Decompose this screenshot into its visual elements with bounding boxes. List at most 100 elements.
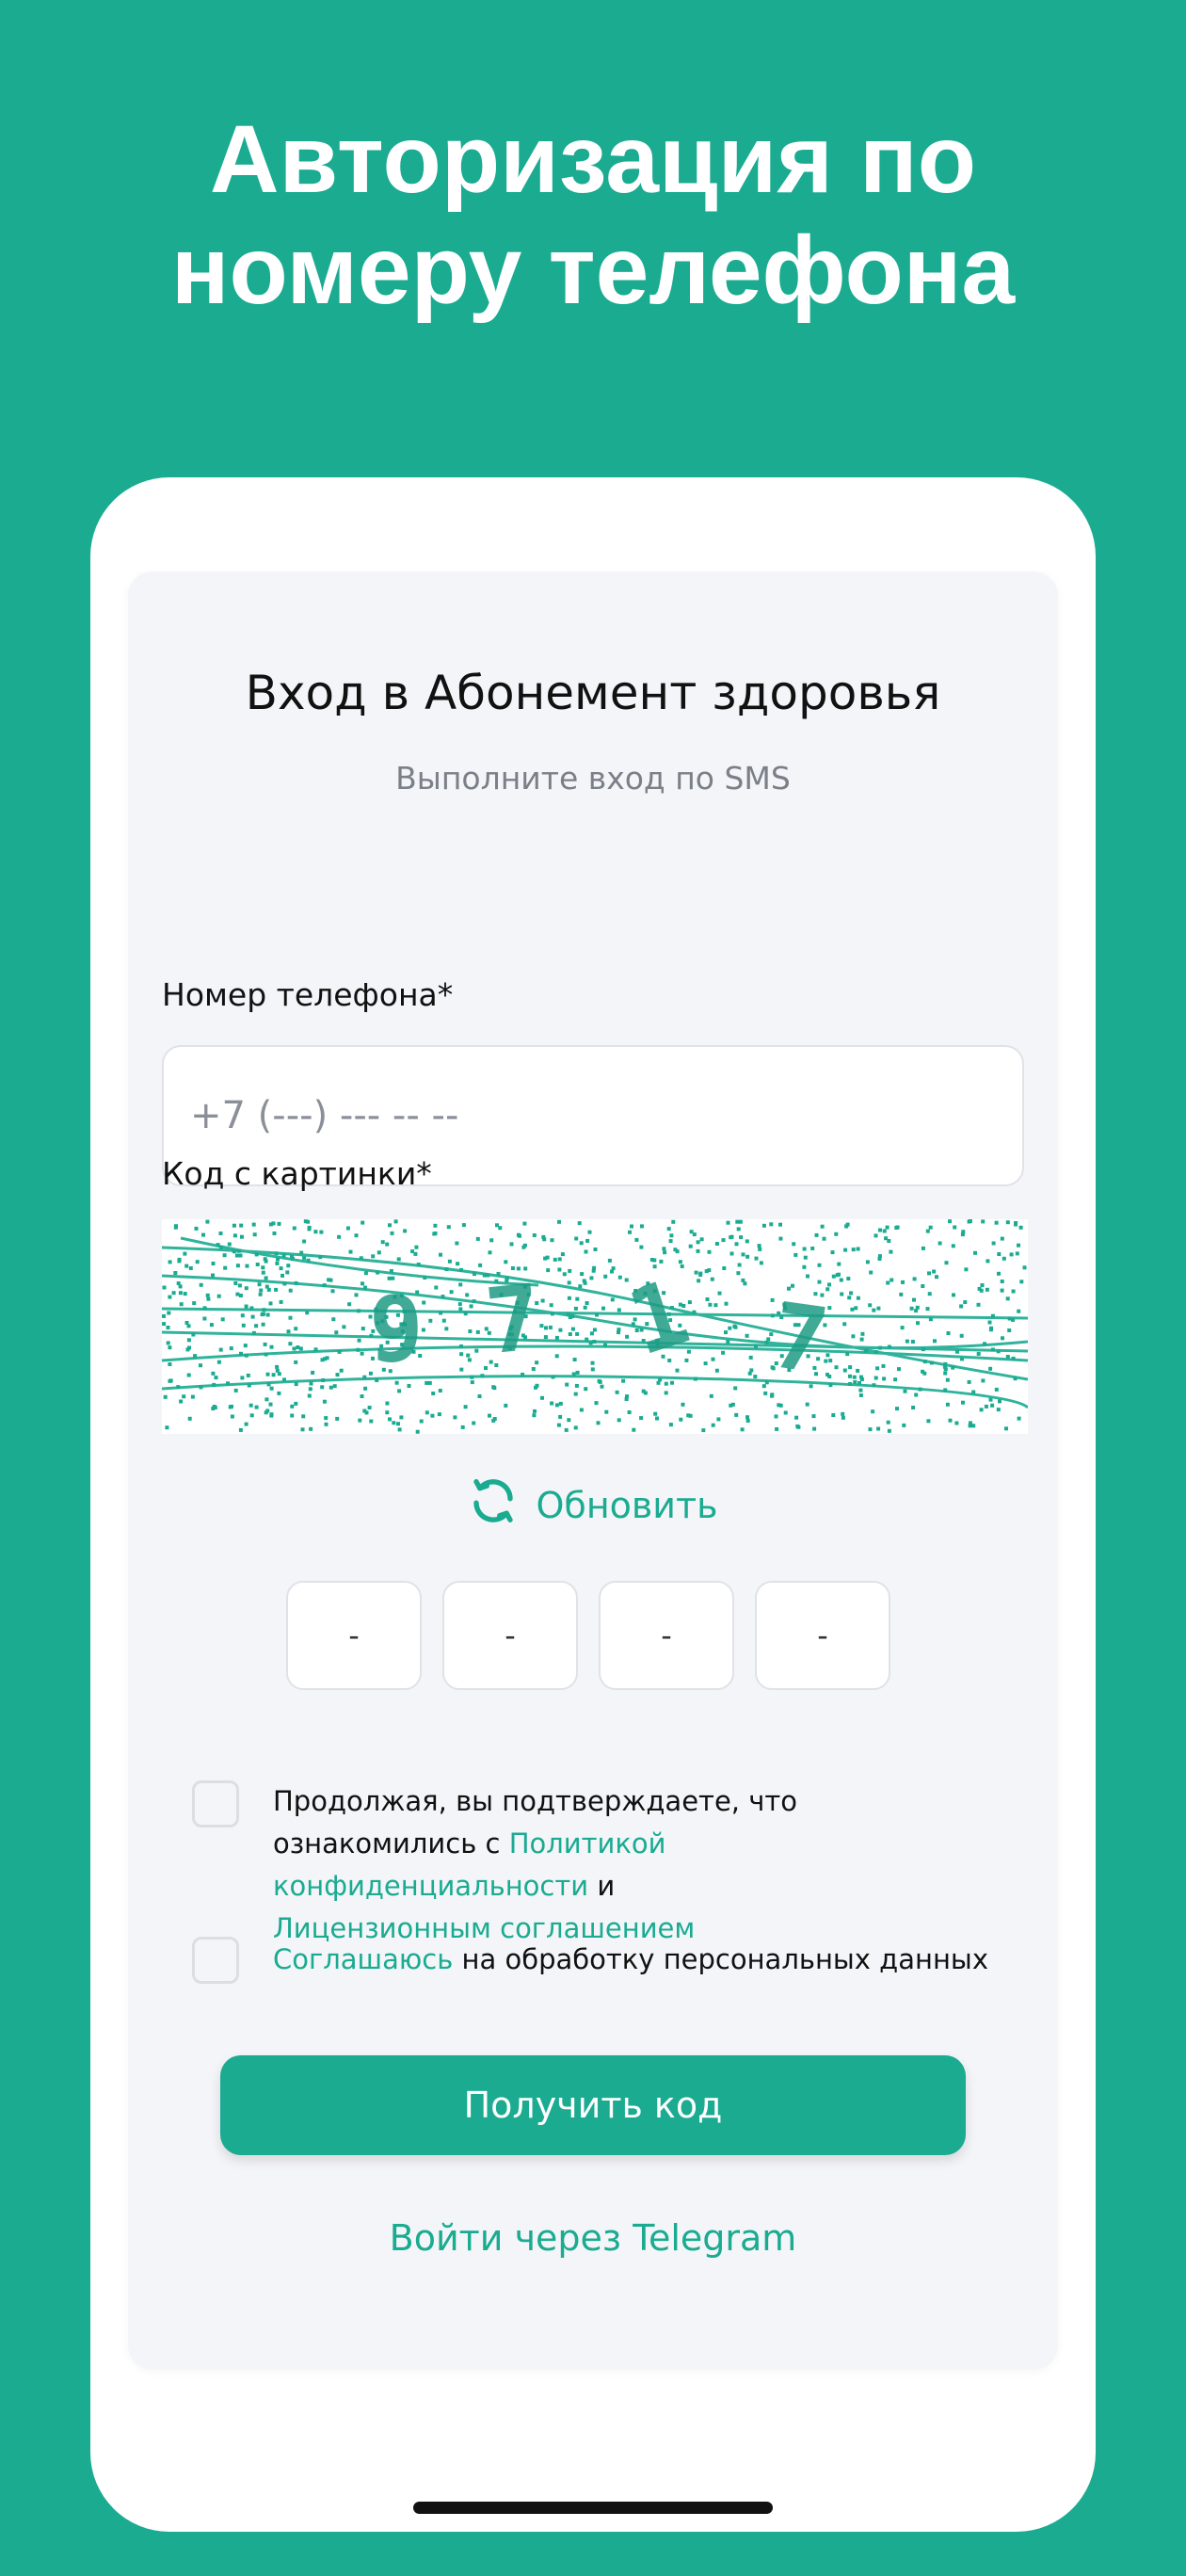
captcha-noise-dot: [427, 1380, 432, 1385]
captcha-noise-dot: [419, 1419, 424, 1424]
captcha-noise-dot: [590, 1367, 595, 1372]
captcha-noise-dot: [675, 1368, 680, 1373]
captcha-noise-dot: [439, 1252, 442, 1257]
captcha-noise-dot: [735, 1219, 740, 1224]
captcha-noise-dot: [805, 1402, 809, 1407]
get-code-button[interactable]: Получить код: [220, 2055, 966, 2155]
captcha-noise-dot: [951, 1244, 955, 1248]
consent-row: Продолжая, вы подтверждаете, что ознаком…: [192, 1780, 988, 1950]
captcha-refresh-button[interactable]: Обновить: [128, 1475, 1058, 1535]
captcha-noise-dot: [671, 1219, 676, 1224]
captcha-noise-dot: [585, 1238, 590, 1243]
captcha-glyph-3: 1: [617, 1259, 701, 1376]
captcha-noise-dot: [575, 1296, 580, 1301]
telegram-login-link[interactable]: Войти через Telegram: [128, 2217, 1058, 2259]
captcha-noise-dot: [320, 1385, 325, 1390]
captcha-noise-dot: [803, 1255, 808, 1260]
captcha-noise-dot: [980, 1283, 985, 1287]
captcha-noise-dot: [946, 1331, 951, 1335]
captcha-noise-dot: [664, 1391, 668, 1395]
captcha-noise-dot: [1004, 1426, 1008, 1431]
captcha-noise-dot: [269, 1412, 274, 1417]
captcha-noise-dot: [238, 1294, 243, 1297]
personal-data-agree-link[interactable]: Соглашаюсь: [273, 1943, 453, 1975]
captcha-noise-dot: [610, 1297, 615, 1302]
captcha-noise-dot: [953, 1225, 957, 1230]
captcha-noise-dot: [901, 1280, 905, 1284]
card-title: Вход в Абонемент здоровья: [245, 666, 941, 720]
captcha-noise-dot: [475, 1329, 480, 1334]
captcha-noise-dot: [335, 1373, 340, 1377]
captcha-noise-dot: [795, 1424, 800, 1428]
captcha-noise-dot: [627, 1410, 632, 1414]
captcha-noise-dot: [178, 1291, 183, 1296]
captcha-noise-dot: [331, 1317, 336, 1322]
captcha-noise-dot: [166, 1326, 170, 1329]
code-digit-1[interactable]: -: [286, 1581, 422, 1690]
captcha-noise-dot: [921, 1369, 925, 1374]
captcha-noise-dot: [492, 1417, 497, 1421]
code-digit-3[interactable]: -: [599, 1581, 734, 1690]
captcha-noise-dot: [593, 1248, 598, 1251]
consent-and: и: [597, 1870, 616, 1902]
captcha-noise-dot: [564, 1427, 569, 1432]
captcha-noise-dot: [757, 1244, 761, 1248]
captcha-noise-dot: [973, 1250, 977, 1255]
captcha-noise-dot: [488, 1413, 491, 1418]
captcha-noise-dot: [662, 1247, 666, 1251]
captcha-noise-dot: [577, 1221, 582, 1226]
captcha-noise-dot: [347, 1302, 352, 1307]
captcha-noise-dot: [868, 1303, 873, 1308]
captcha-noise-dot: [856, 1296, 860, 1300]
captcha-noise-dot: [393, 1219, 398, 1224]
captcha-noise-dot: [981, 1219, 986, 1224]
captcha-noise-dot: [711, 1357, 715, 1361]
captcha-noise-dot: [549, 1303, 553, 1308]
captcha-noise-dot: [211, 1273, 215, 1278]
captcha-noise-dot: [846, 1277, 851, 1280]
captcha-noise-dot: [927, 1271, 931, 1276]
captcha-noise-dot: [903, 1389, 907, 1393]
captcha-noise-dot: [928, 1225, 933, 1230]
captcha-noise-dot: [961, 1230, 966, 1234]
captcha-noise-dot: [298, 1346, 303, 1351]
captcha-noise-dot: [988, 1397, 993, 1402]
captcha-noise-dot: [902, 1423, 906, 1427]
captcha-noise-dot: [775, 1426, 779, 1431]
captcha-noise-dot: [739, 1235, 744, 1240]
captcha-noise-dot: [737, 1263, 742, 1267]
captcha-noise-dot: [711, 1423, 715, 1427]
code-digit-2[interactable]: -: [442, 1581, 578, 1690]
captcha-noise-dot: [873, 1376, 878, 1380]
captcha-noise-dot: [990, 1403, 995, 1408]
captcha-noise-dot: [433, 1223, 438, 1228]
code-digit-4[interactable]: -: [755, 1581, 890, 1690]
captcha-noise-dot: [745, 1419, 750, 1423]
captcha-noise-dot: [544, 1326, 548, 1330]
captcha-noise-dot: [747, 1371, 752, 1376]
captcha-noise-dot: [733, 1386, 738, 1391]
captcha-noise-dot: [817, 1263, 822, 1267]
captcha-noise-dot: [342, 1325, 346, 1329]
captcha-noise-dot: [201, 1232, 205, 1237]
captcha-noise-dot: [817, 1280, 822, 1284]
captcha-image: 9 7 1 7: [162, 1219, 1028, 1434]
captcha-noise-dot: [192, 1301, 197, 1306]
captcha-noise-dot: [932, 1269, 937, 1274]
captcha-noise-dot: [921, 1246, 925, 1250]
captcha-noise-dot: [240, 1313, 245, 1318]
consent-checkbox[interactable]: [192, 1780, 239, 1827]
captcha-noise-dot: [294, 1401, 298, 1406]
captcha-noise-dot: [466, 1353, 471, 1358]
captcha-noise-dot: [489, 1238, 494, 1243]
personal-data-checkbox[interactable]: [192, 1937, 239, 1984]
captcha-noise-dot: [845, 1222, 850, 1227]
captcha-noise-dot: [852, 1375, 857, 1379]
captcha-noise-dot: [557, 1219, 561, 1224]
captcha-noise-dot: [166, 1341, 170, 1345]
captcha-noise-dot: [277, 1221, 281, 1226]
captcha-noise-dot: [434, 1285, 439, 1290]
captcha-noise-dot: [264, 1276, 268, 1280]
captcha-noise-dot: [306, 1219, 311, 1224]
captcha-noise-dot: [363, 1271, 368, 1276]
